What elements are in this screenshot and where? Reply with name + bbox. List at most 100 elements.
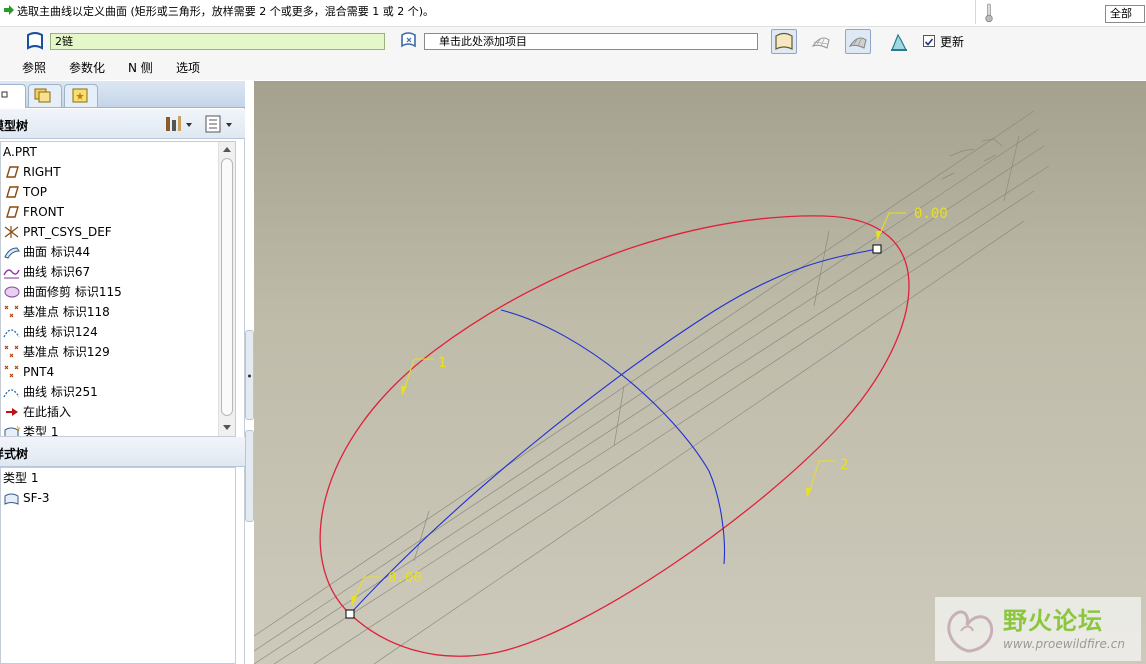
model-tree: A.PRT RIGHT TOP FRONT PRT_CSYS_DEF 曲面 标识… — [0, 141, 236, 437]
model-geometry: 0.00 0.00 1 2 — [254, 110, 1050, 664]
tree-row-label: A.PRT — [3, 145, 37, 159]
tree-row[interactable]: RIGHT — [1, 162, 219, 182]
tree-row[interactable]: PNT4 — [1, 362, 219, 382]
tab-references[interactable]: 参照 — [22, 59, 46, 76]
navigator-panel: 模型树 A.PRT RIGHT TOP FRONT — [0, 81, 245, 664]
tree-row[interactable]: A.PRT — [1, 142, 219, 162]
tree-row-label: 曲面修剪 标识115 — [23, 285, 122, 299]
tab-model-tree[interactable] — [0, 84, 26, 108]
tree-row-label: SF-3 — [23, 491, 50, 505]
tree-row[interactable]: SF-3 — [1, 488, 219, 508]
message-bar: 选取主曲线以定义曲面 (矩形或三角形，放样需要 2 个或更多，混合需要 1 或 … — [0, 0, 1146, 26]
tree-settings-icon[interactable] — [164, 114, 194, 134]
scroll-thumb[interactable] — [221, 158, 233, 416]
tree-row[interactable]: 类型 1 — [1, 422, 219, 436]
tree-row[interactable]: 曲线 标识67 — [1, 262, 219, 282]
curve-icon — [3, 269, 20, 279]
vertex-marker-bottom[interactable] — [345, 609, 355, 619]
annotation-leaders — [353, 212, 906, 602]
tab-n-sided[interactable]: N 侧 — [128, 59, 153, 76]
second-direction-chain-field[interactable]: 单击此处添加项目 — [424, 33, 758, 50]
tree-row[interactable]: TOP — [1, 182, 219, 202]
style-surface-icon — [4, 493, 19, 505]
tree-row-label: 类型 1 — [3, 471, 39, 485]
tree-row-label: 基准点 标识118 — [23, 305, 110, 319]
tab-parameters[interactable]: 参数化 — [69, 59, 105, 76]
style-tree-header: 样式树 — [0, 437, 245, 467]
tree-row-label: 曲线 标识251 — [23, 385, 98, 399]
surface-preview-icon — [775, 32, 793, 50]
watermark-url: www.proewildfire.cn — [1003, 637, 1125, 651]
tree-row[interactable]: 曲面 标识44 — [1, 242, 219, 262]
datum-point-icon — [4, 345, 19, 358]
tree-row[interactable]: FRONT — [1, 202, 219, 222]
tree-row[interactable]: 在此插入 — [1, 402, 219, 422]
surface-preview-button[interactable] — [771, 29, 797, 54]
favorites-icon — [72, 88, 88, 103]
tree-row-label: PRT_CSYS_DEF — [23, 225, 112, 239]
tree-row[interactable]: PRT_CSYS_DEF — [1, 222, 219, 242]
splitter-grip-icon — [248, 374, 251, 378]
annotation-arrowheads — [351, 231, 882, 606]
analysis-icon[interactable] — [888, 32, 910, 54]
selection-filter[interactable]: 全部 — [1105, 5, 1145, 23]
tree-row-label: RIGHT — [23, 165, 61, 179]
style-surface-icon — [4, 425, 20, 436]
style-tree: 类型 1 SF-3 — [0, 467, 236, 664]
datum-plane-icon — [6, 206, 19, 218]
internal-curve-long[interactable] — [349, 248, 878, 615]
message-separator — [975, 0, 976, 24]
datum-point-icon — [4, 305, 19, 318]
second-direction-icon[interactable] — [398, 30, 420, 52]
reference-lines — [254, 110, 1050, 664]
curve-dotted-icon — [3, 329, 20, 338]
show-menu-icon[interactable] — [204, 114, 236, 134]
tree-row-label: 曲面 标识44 — [23, 245, 91, 259]
first-direction-icon[interactable] — [24, 30, 46, 52]
tab-favorites[interactable] — [64, 84, 98, 107]
internal-curve-cross[interactable] — [500, 309, 726, 565]
scroll-down-icon[interactable] — [223, 425, 231, 431]
tree-row-label: TOP — [23, 185, 48, 199]
watermark-logo-icon — [947, 610, 994, 653]
trim-icon — [4, 286, 20, 298]
tab-options[interactable]: 选项 — [176, 59, 200, 76]
message-text: 选取主曲线以定义曲面 (矩形或三角形，放样需要 2 个或更多，混合需要 1 或 … — [17, 5, 435, 18]
tree-row[interactable]: 类型 1 — [1, 468, 219, 488]
tree-row-label: FRONT — [23, 205, 64, 219]
graphics-viewport[interactable]: 0.00 0.00 1 2 — [254, 81, 1146, 664]
surface-icon — [4, 247, 20, 259]
annotation-bottom-value: 0.00 — [388, 570, 422, 586]
mesh-preview-button[interactable] — [808, 29, 834, 54]
scroll-up-icon[interactable] — [223, 146, 231, 152]
tree-row-label: 曲线 标识124 — [23, 325, 98, 339]
panel-splitter[interactable] — [245, 330, 254, 420]
annotation-top-value: 0.00 — [914, 206, 948, 222]
navigator-tabs — [0, 81, 245, 108]
tree-row-label: PNT4 — [23, 365, 55, 379]
prompt-arrow-icon — [4, 5, 14, 15]
tree-row-label: 在此插入 — [23, 405, 72, 419]
update-label: 更新 — [940, 35, 965, 49]
tree-row[interactable]: 曲线 标识251 — [1, 382, 219, 402]
tree-row[interactable]: 曲线 标识124 — [1, 322, 219, 342]
tab-folder-browser[interactable] — [28, 84, 62, 107]
vertex-marker-top[interactable] — [872, 244, 882, 254]
shaded-preview-button[interactable] — [845, 29, 871, 54]
first-direction-chain-field[interactable]: 2链 — [50, 33, 385, 50]
shaded-preview-icon — [848, 37, 867, 49]
model-tree-title: 模型树 — [0, 119, 29, 133]
style-tree-title: 样式树 — [0, 447, 29, 461]
datum-plane-icon — [6, 166, 19, 178]
tree-row[interactable]: 基准点 标识118 — [1, 302, 219, 322]
boundary-blend-dashboard: 2链 单击此处添加项目 更新 参照 参数化 N 侧 选项 — [0, 26, 1146, 80]
tree-row[interactable]: 基准点 标识129 — [1, 342, 219, 362]
boundary-curve[interactable] — [319, 215, 910, 657]
datum-plane-icon — [6, 186, 19, 198]
model-tree-scrollbar[interactable] — [218, 142, 235, 436]
tree-row-label: 曲线 标识67 — [23, 265, 91, 279]
update-checkbox[interactable] — [923, 35, 935, 47]
panel-splitter-lower[interactable] — [245, 430, 254, 522]
tree-row[interactable]: 曲面修剪 标识115 — [1, 282, 219, 302]
mesh-preview-icon — [811, 37, 830, 49]
